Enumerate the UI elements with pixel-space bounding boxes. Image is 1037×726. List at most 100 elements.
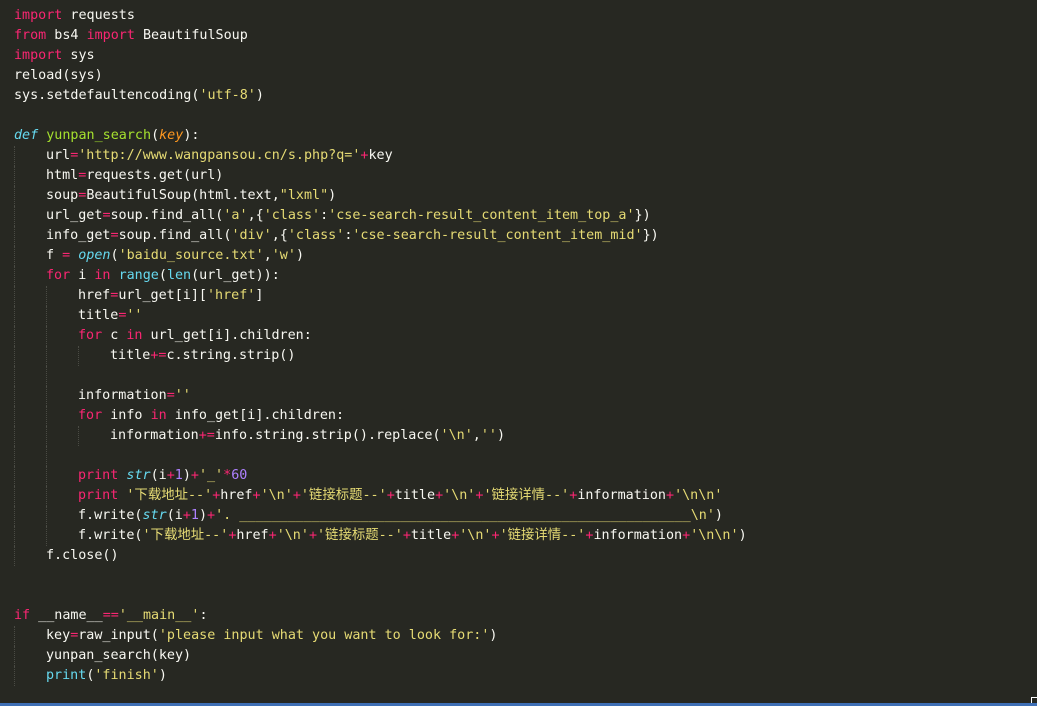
code-token: href	[236, 528, 269, 543]
code-token: 'href'	[207, 288, 256, 303]
code-line[interactable]: import requests	[0, 6, 1037, 26]
code-token: *	[223, 468, 232, 483]
code-token: href	[220, 488, 253, 503]
code-token: :	[320, 208, 329, 223]
code-token: ):	[183, 128, 200, 143]
code-token: )	[158, 668, 167, 683]
code-token: (	[110, 248, 119, 263]
indent-guide	[46, 526, 47, 546]
indent-guide	[14, 366, 15, 386]
code-token: =	[62, 248, 71, 263]
code-line[interactable]: import sys	[0, 46, 1037, 66]
code-token: f.write(	[78, 528, 143, 543]
code-token: title	[394, 488, 436, 503]
code-token: key	[368, 148, 393, 163]
code-token: url	[46, 148, 71, 163]
code-token: import	[14, 48, 63, 63]
indent-guide	[14, 386, 15, 406]
code-token: ]	[255, 288, 264, 303]
code-line[interactable]	[0, 446, 1037, 466]
code-line[interactable]: title=''	[0, 306, 1037, 326]
code-line[interactable]: f = open('baidu_source.txt','w')	[0, 246, 1037, 266]
code-line[interactable]: key=raw_input('please input what you wan…	[0, 626, 1037, 646]
indent-guide	[14, 206, 15, 226]
code-token: raw_input(	[78, 628, 159, 643]
code-token: in	[150, 408, 167, 423]
code-line[interactable]	[0, 586, 1037, 606]
code-token: +	[491, 528, 500, 543]
code-token: +	[292, 488, 301, 503]
code-line[interactable]: if __name__=='__main__':	[0, 606, 1037, 626]
code-line[interactable]: f.write('下载地址--'+href+'\n'+'链接标题--'+titl…	[0, 526, 1037, 546]
code-token: key	[159, 128, 184, 143]
code-line[interactable]: url='http://www.wangpansou.cn/s.php?q='+…	[0, 146, 1037, 166]
code-line[interactable]: sys.setdefaultencoding('utf-8')	[0, 86, 1037, 106]
code-line[interactable]	[0, 566, 1037, 586]
indent-guide	[46, 466, 47, 486]
code-token: '\n'	[260, 488, 293, 503]
code-line[interactable]: title+=c.string.strip()	[0, 346, 1037, 366]
indent-guide	[14, 226, 15, 246]
code-token: '__main__'	[118, 608, 200, 623]
code-line[interactable]: for i in range(len(url_get)):	[0, 266, 1037, 286]
code-token: +	[190, 468, 199, 483]
indent-guide	[46, 426, 47, 446]
code-area[interactable]: import requests from bs4 import Beautiful…	[0, 6, 1037, 686]
indent-guide	[46, 446, 47, 466]
code-token: 'class'	[263, 208, 321, 223]
code-token: +	[207, 508, 216, 523]
code-token: 'utf-8'	[199, 88, 256, 103]
indent-guide	[14, 446, 15, 466]
code-token: :	[199, 608, 208, 623]
indent-guide	[14, 466, 15, 486]
code-line[interactable]: print '下载地址--'+href+'\n'+'链接标题--'+title+…	[0, 486, 1037, 506]
code-line[interactable]: soup=BeautifulSoup(html.text,"lxml")	[0, 186, 1037, 206]
indent-guide	[14, 286, 15, 306]
code-token: +	[386, 488, 395, 503]
code-token: +	[435, 488, 444, 503]
code-line[interactable]: yunpan_search(key)	[0, 646, 1037, 666]
code-token: 'please input what you want to look for:…	[158, 628, 490, 643]
code-token: )	[714, 508, 723, 523]
code-line[interactable]: from bs4 import BeautifulSoup	[0, 26, 1037, 46]
code-line[interactable]	[0, 106, 1037, 126]
code-token: str	[142, 508, 167, 523]
code-token: =	[166, 388, 175, 403]
code-line[interactable]: print str(i+1)+'_'*60	[0, 466, 1037, 486]
code-token: for	[78, 328, 103, 343]
indent-guide	[46, 366, 47, 386]
code-line[interactable]: info_get=soup.find_all('div',{'class':'c…	[0, 226, 1037, 246]
code-token: ,	[472, 428, 481, 443]
code-token: i	[70, 268, 95, 283]
code-line[interactable]: for info in info_get[i].children:	[0, 406, 1037, 426]
indent-guide	[46, 386, 47, 406]
code-line[interactable]: information=''	[0, 386, 1037, 406]
code-line[interactable]: for c in url_get[i].children:	[0, 326, 1037, 346]
code-token: +	[252, 488, 261, 503]
code-token: range	[118, 268, 159, 283]
code-token: in	[94, 268, 111, 283]
code-line[interactable]: print('finish')	[0, 666, 1037, 686]
code-token: import	[14, 8, 63, 23]
code-line[interactable]: f.close()	[0, 546, 1037, 566]
indent-guide	[14, 306, 15, 326]
code-line[interactable]: url_get=soup.find_all('a',{'class':'cse-…	[0, 206, 1037, 226]
resize-corner-icon[interactable]	[1031, 697, 1037, 703]
code-token: +	[166, 468, 175, 483]
code-line[interactable]: f.write(str(i+1)+'. ____________________…	[0, 506, 1037, 526]
code-token: )	[182, 468, 191, 483]
indent-guide	[14, 146, 15, 166]
code-line[interactable]: information+=info.string.strip().replace…	[0, 426, 1037, 446]
code-line[interactable]	[0, 366, 1037, 386]
code-line[interactable]: html=requests.get(url)	[0, 166, 1037, 186]
code-token: print	[46, 668, 87, 683]
code-line[interactable]: href=url_get[i]['href']	[0, 286, 1037, 306]
code-line[interactable]: reload(sys)	[0, 66, 1037, 86]
code-line[interactable]: def yunpan_search(key):	[0, 126, 1037, 146]
indent-guide	[46, 306, 47, 326]
code-editor[interactable]: import requests from bs4 import Beautiful…	[0, 0, 1037, 703]
code-token: '. _____________________________________…	[215, 508, 715, 523]
code-token: 'div'	[231, 228, 272, 243]
indent-guide	[14, 646, 15, 666]
indent-guide	[78, 426, 79, 446]
